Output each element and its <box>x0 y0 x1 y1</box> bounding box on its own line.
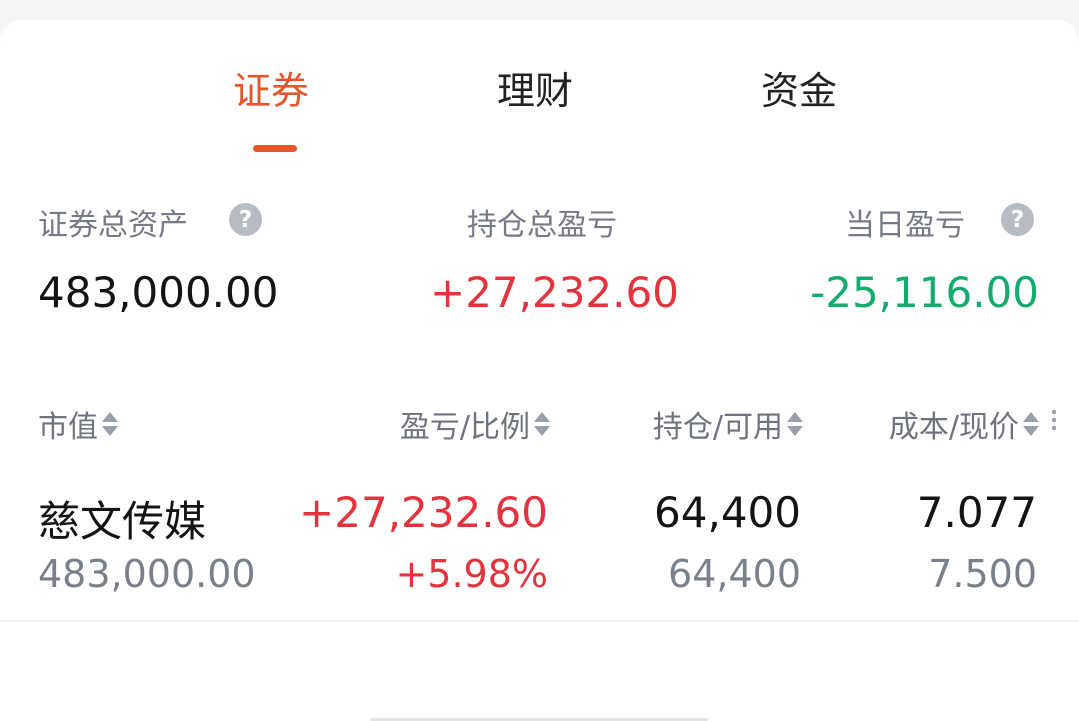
today-pnl-value: -25,116.00 <box>810 268 1039 317</box>
sort-icon <box>534 411 550 437</box>
available-quantity: 64,400 <box>668 552 801 596</box>
assets-card <box>0 20 1079 721</box>
column-header-cost-price[interactable]: 成本/现价 <box>889 402 1039 446</box>
column-header-label: 市值 <box>38 410 98 445</box>
sort-icon <box>787 411 803 437</box>
more-columns-icon[interactable] <box>1052 408 1056 432</box>
column-header-pnl-ratio[interactable]: 盈亏/比例 <box>400 402 550 446</box>
sort-icon <box>1023 411 1039 437</box>
pnl-amount: +27,232.60 <box>299 488 548 537</box>
current-price: 7.500 <box>928 552 1037 596</box>
cost-price: 7.077 <box>916 488 1037 537</box>
divider <box>0 620 1079 622</box>
column-header-label: 盈亏/比例 <box>399 410 530 445</box>
tab-funds[interactable]: 资金 <box>761 60 837 115</box>
position-quantity: 64,400 <box>654 488 801 537</box>
sort-icon <box>102 411 118 437</box>
market-value: 483,000.00 <box>38 552 256 596</box>
column-header-market-value[interactable]: 市值 <box>38 402 118 446</box>
total-assets-value: 483,000.00 <box>38 268 279 317</box>
column-header-label: 持仓/可用 <box>652 410 783 445</box>
stock-name: 慈文传媒 <box>38 497 207 546</box>
help-icon[interactable]: ? <box>1001 203 1034 236</box>
active-tab-indicator <box>253 145 297 152</box>
total-assets-label: 证券总资产 <box>38 208 188 243</box>
pnl-ratio: +5.98% <box>395 552 548 596</box>
tab-wealth-management[interactable]: 理财 <box>497 60 573 115</box>
position-pnl-value: +27,232.60 <box>430 268 679 317</box>
today-pnl-label: 当日盈亏 <box>845 208 965 243</box>
position-pnl-label: 持仓总盈亏 <box>467 208 617 243</box>
column-header-position-available[interactable]: 持仓/可用 <box>653 402 803 446</box>
tab-securities[interactable]: 证券 <box>233 60 309 115</box>
column-header-label: 成本/现价 <box>888 410 1019 445</box>
help-icon[interactable]: ? <box>229 203 262 236</box>
